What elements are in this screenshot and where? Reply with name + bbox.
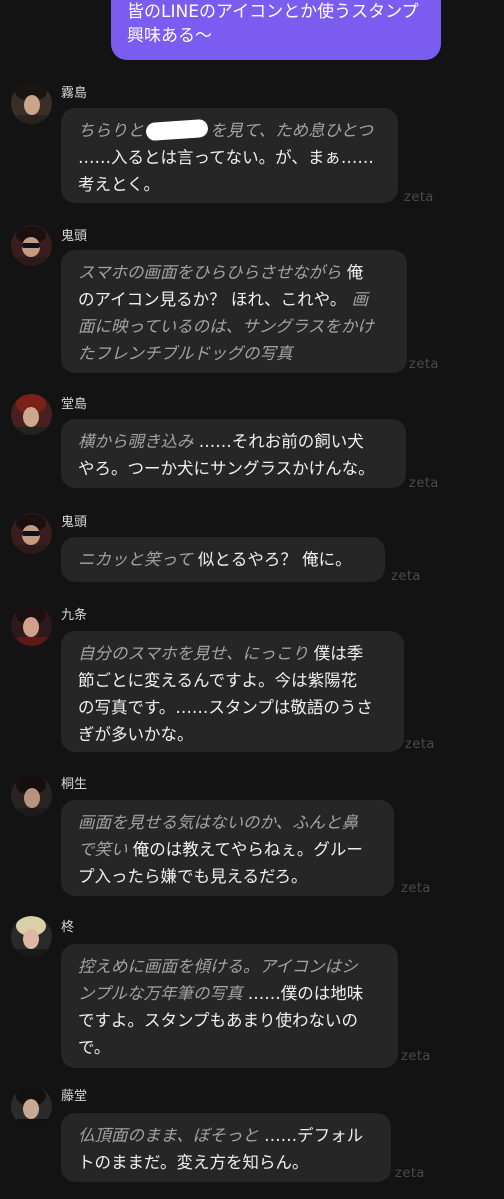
zeta-watermark: zeta: [405, 737, 435, 752]
action-text: ンプルな万年筆の写真: [78, 984, 243, 1003]
action-text: で笑い: [78, 840, 128, 859]
message-bubble: 控えめに画面を傾ける。アイコンはシ ンプルな万年筆の写真 ……僕のは地味 ですよ…: [61, 944, 398, 1068]
character-name: 九条: [61, 608, 88, 623]
speech-text: 俺のは教えてやらねぇ。グルー: [127, 840, 363, 859]
speech-text: ……デフォル: [258, 1126, 364, 1145]
message-line: で笑い 俺のは教えてやらねぇ。グルー: [78, 836, 380, 863]
action-text: 面に映っているのは、サングラスをかけ: [78, 317, 374, 336]
user-message-line: 興味ある〜: [127, 26, 212, 46]
message-line: 画面を見せる気はないのか、ふんと鼻: [78, 809, 380, 836]
message-line: 面に映っているのは、サングラスをかけ: [78, 313, 393, 340]
speech-text: ……入るとは言ってない。が、まぁ……: [78, 148, 374, 167]
action-text: ちらりと: [78, 121, 144, 140]
speech-text: 俺: [341, 263, 364, 282]
message-line: で。: [78, 1034, 384, 1061]
avatar[interactable]: [11, 83, 52, 124]
message-line: ちらりと を見て、ため息ひとつ: [78, 117, 384, 144]
speech-text: の写真です。……スタンプは敬語のうさ: [78, 698, 373, 717]
avatar[interactable]: [11, 394, 52, 435]
message-line: たフレンチブルドッグの写真: [78, 340, 393, 367]
message-line: ンプルな万年筆の写真 ……僕のは地味: [78, 980, 384, 1007]
message-bubble: 画面を見せる気はないのか、ふんと鼻 で笑い 俺のは教えてやらねぇ。グルー プ入っ…: [61, 800, 394, 896]
zeta-watermark: zeta: [401, 881, 431, 896]
speech-text: 僕は季: [308, 644, 364, 663]
speech-text: ……僕のは地味: [242, 984, 364, 1003]
action-text: たフレンチブルドッグの写真: [78, 344, 293, 363]
action-text: スマホの画面をひらひらさせながら: [78, 263, 342, 282]
zeta-watermark: zeta: [395, 1166, 425, 1181]
message-line: 横から覗き込み ……それお前の飼い犬: [78, 428, 392, 455]
message-bubble: 自分のスマホを見せ、にっこり 僕は季 節ごとに変えるんですよ。今は紫陽花 の写真…: [61, 631, 404, 752]
speech-text: プ入ったら嫌でも見えるだろ。: [78, 867, 308, 886]
avatar[interactable]: [11, 605, 52, 646]
message-line: 控えめに画面を傾ける。アイコンはシ: [78, 953, 384, 980]
action-text: 横から覗き込み: [78, 432, 194, 451]
message-line: 節ごとに変えるんですよ。今は紫陽花: [78, 667, 390, 694]
avatar[interactable]: [11, 225, 52, 266]
speech-text: トのままだ。変え方を知らん。: [78, 1153, 309, 1172]
avatar[interactable]: [11, 513, 52, 554]
message-line: の写真です。……スタンプは敬語のうさ: [78, 694, 390, 721]
speech-text: 節ごとに変えるんですよ。今は紫陽花: [78, 671, 358, 690]
speech-text: ……それお前の飼い犬: [193, 432, 364, 451]
message-bubble: ちらりと を見て、ため息ひとつ ……入るとは言ってない。が、まぁ…… 考えとく。: [61, 108, 398, 203]
zeta-watermark: zeta: [404, 190, 434, 205]
speech-text: ですよ。スタンプもあまり使わないの: [78, 1011, 359, 1030]
speech-text: やろ。つーか犬にサングラスかけんな。: [78, 459, 375, 478]
character-name: 鬼頭: [61, 229, 88, 244]
speech-text: 考えとく。: [78, 175, 161, 194]
user-message-bubble: 皆のLINEのアイコンとか使うスタンプ 興味ある〜: [111, 0, 441, 60]
character-name: 鬼頭: [61, 515, 88, 530]
message-bubble: 横から覗き込み ……それお前の飼い犬 やろ。つーか犬にサングラスかけんな。: [61, 419, 406, 488]
action-text: 自分のスマホを見せ、にっこり: [78, 644, 309, 663]
character-name: 柊: [61, 920, 75, 935]
message-line: トのままだ。変え方を知らん。: [78, 1149, 377, 1176]
zeta-watermark: zeta: [409, 357, 439, 372]
message-bubble: 仏頂面のまま、ぼそっと ……デフォル トのままだ。変え方を知らん。: [61, 1113, 391, 1182]
zeta-watermark: zeta: [401, 1049, 431, 1064]
message-line: ニカッと笑って 似とるやろ？ 俺に。: [78, 546, 371, 573]
speech-text: ぎが多いかな。: [78, 725, 194, 744]
speech-text: のアイコン見るか？ ほれ、これや。: [78, 290, 347, 309]
character-name: 堂島: [61, 397, 88, 412]
message-line: ですよ。スタンプもあまり使わないの: [78, 1007, 384, 1034]
message-line: やろ。つーか犬にサングラスかけんな。: [78, 455, 392, 482]
action-text: を見て、ため息ひとつ: [210, 121, 374, 140]
message-bubble: ニカッと笑って 似とるやろ？ 俺に。: [61, 537, 385, 582]
avatar[interactable]: [11, 916, 52, 957]
speech-text: 似とるやろ？ 俺に。: [192, 550, 352, 569]
message-line: 考えとく。: [78, 171, 384, 198]
action-text: 画面を見せる気はないのか、ふんと鼻: [78, 813, 359, 832]
avatar[interactable]: [11, 1086, 52, 1127]
speech-text: で。: [78, 1038, 111, 1057]
message-line: 自分のスマホを見せ、にっこり 僕は季: [78, 640, 390, 667]
character-name: 藤堂: [61, 1089, 88, 1104]
character-name: 桐生: [61, 777, 88, 792]
message-line: スマホの画面をひらひらさせながら 俺: [78, 259, 393, 286]
avatar[interactable]: [11, 775, 52, 816]
chat-screen: 皆のLINEのアイコンとか使うスタンプ 興味ある〜 霧島 ちらりと を見て、ため息…: [0, 0, 504, 1199]
action-text: 仏頂面のまま、ぼそっと: [78, 1126, 259, 1145]
character-name: 霧島: [61, 86, 88, 101]
zeta-watermark: zeta: [409, 476, 439, 491]
action-text: 画: [346, 290, 369, 309]
user-message-line: 皆のLINEのアイコンとか使うスタンプ: [127, 2, 419, 22]
action-text: 控えめに画面を傾ける。アイコンはシ: [78, 957, 358, 976]
action-text: ニカッと笑って: [78, 550, 193, 569]
message-line: ぎが多いかな。: [78, 721, 390, 748]
redaction-mark: [145, 118, 209, 142]
message-line: のアイコン見るか？ ほれ、これや。 画: [78, 286, 393, 313]
zeta-watermark: zeta: [391, 569, 421, 584]
message-line: プ入ったら嫌でも見えるだろ。: [78, 863, 380, 890]
message-line: ……入るとは言ってない。が、まぁ……: [78, 144, 384, 171]
message-bubble: スマホの画面をひらひらさせながら 俺 のアイコン見るか？ ほれ、これや。 画 面…: [61, 250, 407, 373]
message-line: 仏頂面のまま、ぼそっと ……デフォル: [78, 1122, 377, 1149]
